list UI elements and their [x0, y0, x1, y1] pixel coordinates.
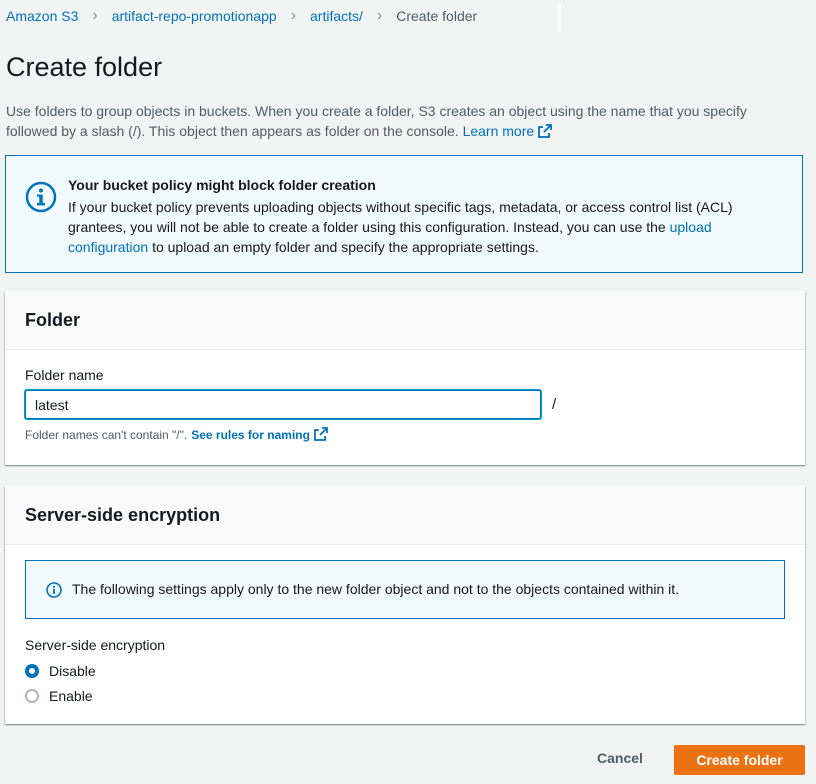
- folder-suffix: /: [552, 396, 557, 413]
- alert-body: If your bucket policy prevents uploading…: [68, 199, 733, 255]
- radio-checked-icon[interactable]: [25, 664, 39, 678]
- encryption-note-text: The following settings apply only to the…: [72, 581, 680, 597]
- folder-panel-header: Folder: [5, 291, 805, 350]
- encryption-info-note: The following settings apply only to the…: [25, 560, 785, 619]
- info-icon: [25, 181, 57, 213]
- chevron-right-icon: ›: [376, 7, 383, 24]
- folder-panel: Folder Folder name / Folder names can't …: [5, 291, 805, 465]
- learn-more-link[interactable]: Learn more: [463, 123, 553, 139]
- info-icon: [46, 582, 62, 598]
- cancel-button[interactable]: Cancel: [597, 750, 643, 766]
- encryption-panel: Server-side encryption The following set…: [5, 486, 805, 724]
- radio-disable-label: Disable: [49, 663, 96, 679]
- naming-rules-link[interactable]: See rules for naming: [191, 427, 328, 442]
- external-link-icon: [538, 124, 553, 138]
- external-link-icon: [314, 427, 328, 441]
- alert-title: Your bucket policy might block folder cr…: [68, 177, 376, 193]
- breadcrumb-current: Create folder: [396, 8, 478, 24]
- radio-disable[interactable]: Disable: [25, 663, 96, 679]
- breadcrumb: Amazon S3 › artifact-repo-promotionapp ›…: [6, 6, 477, 26]
- chevron-right-icon: ›: [290, 7, 297, 24]
- page-title: Create folder: [6, 52, 163, 82]
- folder-name-hint: Folder names can't contain "/". See rule…: [25, 427, 328, 442]
- radio-enable-label: Enable: [49, 688, 93, 704]
- breadcrumb-artifacts[interactable]: artifacts/: [310, 8, 363, 24]
- folder-name-input[interactable]: [25, 390, 541, 419]
- radio-unchecked-icon[interactable]: [25, 689, 39, 703]
- breadcrumb-amazon-s3[interactable]: Amazon S3: [6, 8, 78, 24]
- breadcrumb-bucket[interactable]: artifact-repo-promotionapp: [112, 8, 277, 24]
- folder-name-label: Folder name: [25, 367, 104, 383]
- radio-enable[interactable]: Enable: [25, 688, 93, 704]
- chevron-right-icon: ›: [92, 7, 98, 24]
- description-text: Use folders to group objects in buckets.…: [6, 103, 747, 139]
- bucket-policy-alert: Your bucket policy might block folder cr…: [5, 155, 803, 273]
- encryption-label: Server-side encryption: [25, 637, 166, 653]
- create-folder-button[interactable]: Create folder: [674, 745, 805, 775]
- text-cursor: [557, 4, 561, 32]
- encryption-panel-header: Server-side encryption: [5, 486, 805, 545]
- page-description: Use folders to group objects in buckets.…: [6, 101, 796, 141]
